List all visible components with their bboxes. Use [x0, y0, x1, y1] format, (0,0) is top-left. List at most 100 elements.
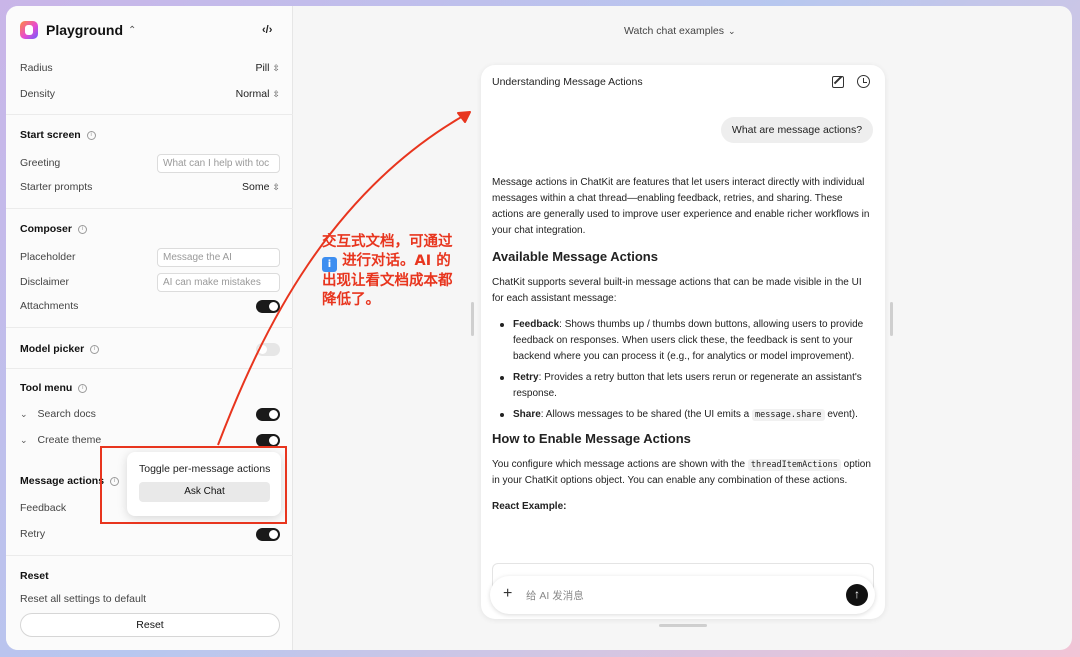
chevron-updown-icon: ⌃	[128, 24, 137, 36]
new-chat-edit-icon[interactable]	[832, 76, 844, 88]
retry-label: Retry	[20, 528, 46, 540]
radius-value: Pill	[255, 62, 270, 74]
reset-button[interactable]: Reset	[20, 613, 280, 637]
composer-input[interactable]: 给 AI 发消息	[526, 588, 584, 603]
starter-prompts-row: Starter prompts Some ⇳	[20, 178, 280, 196]
annotation-line: 交互式文档，可通过	[322, 234, 453, 250]
model-picker-toggle[interactable]	[256, 342, 280, 356]
enable-paragraph: You configure which message actions are …	[492, 457, 876, 489]
radius-row: Radius Pill ⇳	[20, 59, 280, 77]
reset-title: Reset	[20, 570, 49, 582]
attachments-toggle[interactable]	[256, 299, 280, 313]
message-composer[interactable]: + 给 AI 发消息 ↑	[490, 576, 875, 614]
reset-description: Reset all settings to default	[20, 590, 280, 608]
bullet-text: : Shows thumbs up / thumbs down buttons,…	[513, 319, 864, 362]
radius-select[interactable]: Pill ⇳	[255, 62, 280, 74]
start-screen-title-text: Start screen	[20, 129, 81, 141]
annotation-line: 出现让看文档成本都	[322, 273, 453, 289]
app-window: Playground ⌃ ‹/› Radius Pill ⇳ Density No…	[6, 6, 1072, 650]
divider	[6, 327, 293, 328]
bullet-text: event).	[824, 409, 858, 420]
density-select[interactable]: Normal ⇳	[236, 88, 280, 100]
chevron-updown-icon: ⇳	[272, 63, 280, 73]
app-switcher[interactable]: Playground ⌃	[20, 20, 136, 40]
tool-item-label-wrap[interactable]: ⌄ Search docs	[20, 408, 96, 420]
watch-examples-dropdown[interactable]: Watch chat examples ⌄	[624, 25, 736, 37]
annotation-text: 交互式文档，可通过 i 进行对话。AI 的 出现让看文档成本都 降低了。	[322, 233, 482, 310]
tool-item-label: Create theme	[37, 434, 102, 446]
placeholder-label: Placeholder	[20, 251, 76, 263]
settings-sidebar: Playground ⌃ ‹/› Radius Pill ⇳ Density No…	[6, 6, 293, 650]
bullet-term: Share	[513, 409, 541, 420]
placeholder-input[interactable]: Message the AI	[157, 247, 280, 267]
resize-handle-right[interactable]	[890, 302, 893, 336]
retry-row: Retry	[20, 525, 280, 543]
divider	[6, 114, 293, 115]
disclaimer-row: Disclaimer AI can make mistakes	[20, 271, 280, 293]
retry-toggle[interactable]	[256, 527, 280, 541]
plus-icon[interactable]: +	[503, 585, 512, 603]
create-theme-toggle[interactable]	[256, 433, 280, 447]
density-value: Normal	[235, 88, 270, 100]
annotation-line: i 进行对话。AI 的	[322, 252, 482, 272]
annotation-line-text: 进行对话。AI 的	[342, 253, 451, 269]
info-badge-icon: i	[322, 257, 337, 272]
list-item: Retry: Provides a retry button that lets…	[492, 370, 876, 402]
chat-title: Understanding Message Actions	[492, 76, 643, 88]
reset-description-text: Reset all settings to default	[20, 593, 147, 605]
list-item: Feedback: Shows thumbs up / thumbs down …	[492, 317, 876, 365]
greeting-row: Greeting What can I help with toc	[20, 152, 280, 174]
info-icon[interactable]: i	[77, 224, 87, 234]
feedback-label: Feedback	[20, 502, 67, 514]
info-icon[interactable]: i	[78, 383, 88, 393]
bullet-text: : Allows messages to be shared (the UI e…	[540, 409, 753, 420]
composer-title-text: Composer	[20, 223, 72, 235]
send-arrow-icon[interactable]: ↑	[846, 584, 868, 606]
code-icon[interactable]: ‹/›	[262, 24, 272, 36]
radius-label: Radius	[20, 62, 53, 74]
starter-prompts-label: Starter prompts	[20, 181, 93, 193]
model-picker-title: Model picker i	[20, 343, 100, 355]
inline-code: message.share	[752, 409, 825, 421]
user-message-bubble: What are message actions?	[721, 117, 873, 143]
disclaimer-input[interactable]: AI can make mistakes	[157, 272, 280, 292]
annotation-line: 降低了。	[322, 292, 380, 308]
assistant-message: Message actions in ChatKit are features …	[492, 175, 876, 525]
density-row: Density Normal ⇳	[20, 85, 280, 103]
tool-item-search-docs: ⌄ Search docs	[20, 405, 280, 423]
chevron-down-icon: ⌄	[20, 435, 28, 445]
placeholder-row: Placeholder Message the AI	[20, 246, 280, 268]
history-icon[interactable]	[857, 75, 870, 88]
available-paragraph: ChatKit supports several built-in messag…	[492, 277, 862, 304]
message-actions-title-text: Message actions	[20, 475, 105, 487]
tool-menu-title: Tool menu i	[20, 382, 88, 394]
search-docs-toggle[interactable]	[256, 407, 280, 421]
info-icon[interactable]: i	[90, 344, 100, 354]
model-picker-row: Model picker i	[20, 340, 280, 358]
heading-enable-actions: How to Enable Message Actions	[492, 431, 691, 446]
resize-handle-bottom[interactable]	[659, 624, 707, 627]
heading-available-actions: Available Message Actions	[492, 249, 658, 264]
disclaimer-label: Disclaimer	[20, 276, 70, 288]
watch-examples-label: Watch chat examples	[624, 25, 724, 37]
actions-list: Feedback: Shows thumbs up / thumbs down …	[492, 317, 876, 423]
start-screen-title: Start screen i	[20, 129, 96, 141]
playground-logo-icon	[20, 21, 38, 39]
info-icon[interactable]: i	[86, 130, 96, 140]
greeting-input[interactable]: What can I help with toc	[157, 153, 280, 173]
attachments-row: Attachments	[20, 297, 280, 315]
starter-prompts-value: Some	[242, 181, 270, 193]
divider	[6, 555, 293, 556]
tool-item-label-wrap[interactable]: ⌄ Create theme	[20, 434, 101, 446]
composer-title: Composer i	[20, 223, 87, 235]
starter-prompts-select[interactable]: Some ⇳	[242, 181, 280, 193]
intro-paragraph: Message actions in ChatKit are features …	[492, 177, 870, 236]
density-label: Density	[20, 88, 56, 100]
bullet-term: Retry	[513, 372, 539, 383]
chat-panel: Understanding Message Actions What are m…	[481, 65, 885, 619]
react-example-label: React Example:	[492, 499, 876, 515]
model-picker-title-text: Model picker	[20, 343, 85, 355]
greeting-label: Greeting	[20, 157, 61, 169]
attachments-label: Attachments	[20, 300, 79, 312]
tool-menu-title-text: Tool menu	[20, 382, 73, 394]
